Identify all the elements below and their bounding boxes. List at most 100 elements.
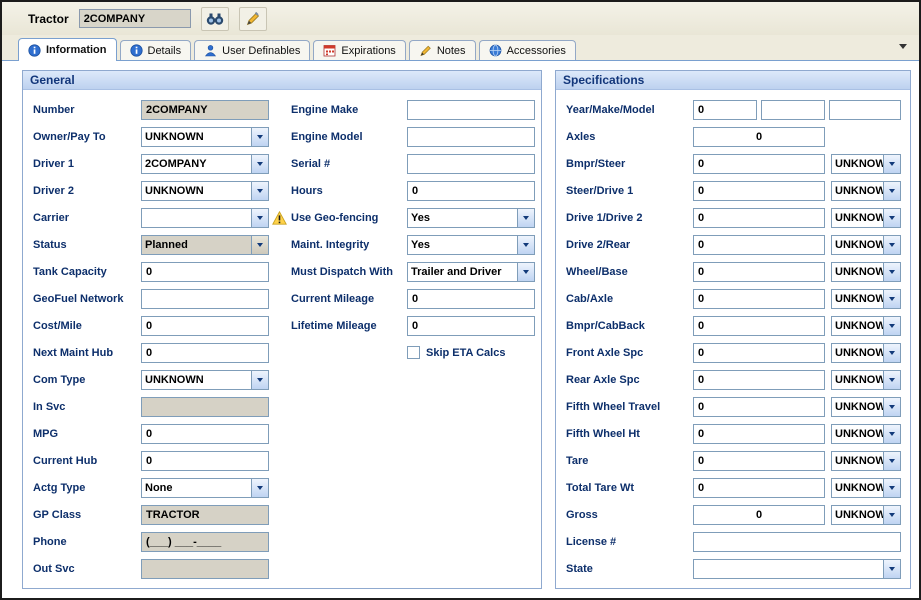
dropdown-button[interactable] bbox=[517, 263, 534, 281]
tare-field[interactable] bbox=[693, 451, 825, 471]
use-geo-fencing-combo[interactable]: Yes bbox=[407, 208, 535, 228]
edit-button[interactable] bbox=[239, 7, 267, 31]
drive-1-drive-2-field[interactable] bbox=[693, 208, 825, 228]
actg-type-combo[interactable]: None bbox=[141, 478, 269, 498]
dropdown-button[interactable] bbox=[883, 155, 900, 173]
driver-2-combo[interactable]: UNKNOWN bbox=[141, 181, 269, 201]
gross-combo[interactable]: UNKNOW bbox=[831, 505, 901, 525]
fifth-wheel-ht-combo[interactable]: UNKNOW bbox=[831, 424, 901, 444]
steer-drive-1-combo[interactable]: UNKNOW bbox=[831, 181, 901, 201]
year-make-model-field-1[interactable] bbox=[693, 100, 757, 120]
dropdown-button[interactable] bbox=[251, 236, 268, 254]
cab-axle-combo[interactable]: UNKNOW bbox=[831, 289, 901, 309]
carrier-combo[interactable] bbox=[141, 208, 269, 228]
rear-axle-spc-field[interactable] bbox=[693, 370, 825, 390]
field-row: Rear Axle Spc UNKNOW bbox=[566, 366, 902, 393]
tab-expirations[interactable]: Expirations bbox=[313, 40, 405, 60]
com-type-combo[interactable]: UNKNOWN bbox=[141, 370, 269, 390]
tractor-id-input[interactable] bbox=[79, 9, 191, 28]
year-make-model-field-3[interactable] bbox=[829, 100, 901, 120]
globe-icon bbox=[489, 44, 502, 57]
status-combo[interactable]: Planned bbox=[141, 235, 269, 255]
bmpr-cabback-field[interactable] bbox=[693, 316, 825, 336]
dropdown-button[interactable] bbox=[251, 155, 268, 173]
tab-overflow-dropdown[interactable] bbox=[895, 39, 911, 53]
owner-pay-to-combo[interactable]: UNKNOWN bbox=[141, 127, 269, 147]
skip-eta-calcs-checkbox[interactable] bbox=[407, 346, 420, 359]
front-axle-spc-combo[interactable]: UNKNOW bbox=[831, 343, 901, 363]
dropdown-button[interactable] bbox=[883, 263, 900, 281]
dropdown-button[interactable] bbox=[883, 371, 900, 389]
dropdown-button[interactable] bbox=[883, 182, 900, 200]
dropdown-button[interactable] bbox=[517, 209, 534, 227]
lifetime-mileage-field[interactable] bbox=[407, 316, 535, 336]
gross-field[interactable] bbox=[693, 505, 825, 525]
retrieve-button[interactable] bbox=[201, 7, 229, 31]
current-mileage-field[interactable] bbox=[407, 289, 535, 309]
hours-field[interactable] bbox=[407, 181, 535, 201]
tab-user-definables[interactable]: User Definables bbox=[194, 40, 310, 60]
front-axle-spc-field[interactable] bbox=[693, 343, 825, 363]
dropdown-button[interactable] bbox=[251, 479, 268, 497]
field-label-text: Hours bbox=[291, 185, 323, 197]
geofuel-network-field[interactable] bbox=[141, 289, 269, 309]
tab-accessories[interactable]: Accessories bbox=[479, 40, 576, 60]
dropdown-button[interactable] bbox=[883, 317, 900, 335]
drive-2-rear-combo[interactable]: UNKNOW bbox=[831, 235, 901, 255]
bmpr-cabback-combo[interactable]: UNKNOW bbox=[831, 316, 901, 336]
dropdown-button[interactable] bbox=[883, 506, 900, 524]
dropdown-button[interactable] bbox=[883, 236, 900, 254]
dropdown-button[interactable] bbox=[883, 209, 900, 227]
tare-combo[interactable]: UNKNOW bbox=[831, 451, 901, 471]
tab-information[interactable]: Information bbox=[18, 38, 117, 61]
fifth-wheel-ht-field[interactable] bbox=[693, 424, 825, 444]
bmpr-steer-field[interactable] bbox=[693, 154, 825, 174]
current-hub-field[interactable] bbox=[141, 451, 269, 471]
year-make-model-field-2[interactable] bbox=[761, 100, 825, 120]
pencil-icon bbox=[419, 44, 432, 57]
fifth-wheel-travel-combo[interactable]: UNKNOW bbox=[831, 397, 901, 417]
license-field[interactable] bbox=[693, 532, 901, 552]
dropdown-button[interactable] bbox=[883, 560, 900, 578]
drive-2-rear-field[interactable] bbox=[693, 235, 825, 255]
drive-1-drive-2-combo[interactable]: UNKNOW bbox=[831, 208, 901, 228]
dropdown-button[interactable] bbox=[883, 425, 900, 443]
dropdown-button[interactable] bbox=[883, 452, 900, 470]
maint-integrity-combo[interactable]: Yes bbox=[407, 235, 535, 255]
rear-axle-spc-combo[interactable]: UNKNOW bbox=[831, 370, 901, 390]
next-maint-hub-field[interactable] bbox=[141, 343, 269, 363]
chevron-down-icon bbox=[889, 567, 895, 571]
dropdown-button[interactable] bbox=[883, 479, 900, 497]
dropdown-button[interactable] bbox=[251, 128, 268, 146]
tab-notes[interactable]: Notes bbox=[409, 40, 476, 60]
dropdown-button[interactable] bbox=[517, 236, 534, 254]
field-row: Owner/Pay ToUNKNOWN bbox=[33, 123, 269, 150]
dropdown-button[interactable] bbox=[251, 182, 268, 200]
cab-axle-field[interactable] bbox=[693, 289, 825, 309]
wheel-base-combo[interactable]: UNKNOW bbox=[831, 262, 901, 282]
tab-details[interactable]: Details bbox=[120, 40, 192, 60]
must-dispatch-with-combo[interactable]: Trailer and Driver bbox=[407, 262, 535, 282]
dropdown-button[interactable] bbox=[251, 209, 268, 227]
dropdown-button[interactable] bbox=[251, 371, 268, 389]
fifth-wheel-travel-field[interactable] bbox=[693, 397, 825, 417]
engine-make-field[interactable] bbox=[407, 100, 535, 120]
bmpr-steer-combo[interactable]: UNKNOW bbox=[831, 154, 901, 174]
serial-field[interactable] bbox=[407, 154, 535, 174]
cost-mile-field[interactable] bbox=[141, 316, 269, 336]
engine-model-field[interactable] bbox=[407, 127, 535, 147]
total-tare-wt-combo[interactable]: UNKNOW bbox=[831, 478, 901, 498]
field-label-text: Rear Axle Spc bbox=[566, 374, 640, 386]
axles-field[interactable] bbox=[693, 127, 825, 147]
state-combo[interactable] bbox=[693, 559, 901, 579]
dropdown-button[interactable] bbox=[883, 290, 900, 308]
dropdown-button[interactable] bbox=[883, 344, 900, 362]
wheel-base-field[interactable] bbox=[693, 262, 825, 282]
driver-1-combo[interactable]: 2COMPANY bbox=[141, 154, 269, 174]
combo-value: Planned bbox=[142, 236, 251, 254]
total-tare-wt-field[interactable] bbox=[693, 478, 825, 498]
steer-drive-1-field[interactable] bbox=[693, 181, 825, 201]
mpg-field[interactable] bbox=[141, 424, 269, 444]
dropdown-button[interactable] bbox=[883, 398, 900, 416]
tank-capacity-field[interactable] bbox=[141, 262, 269, 282]
